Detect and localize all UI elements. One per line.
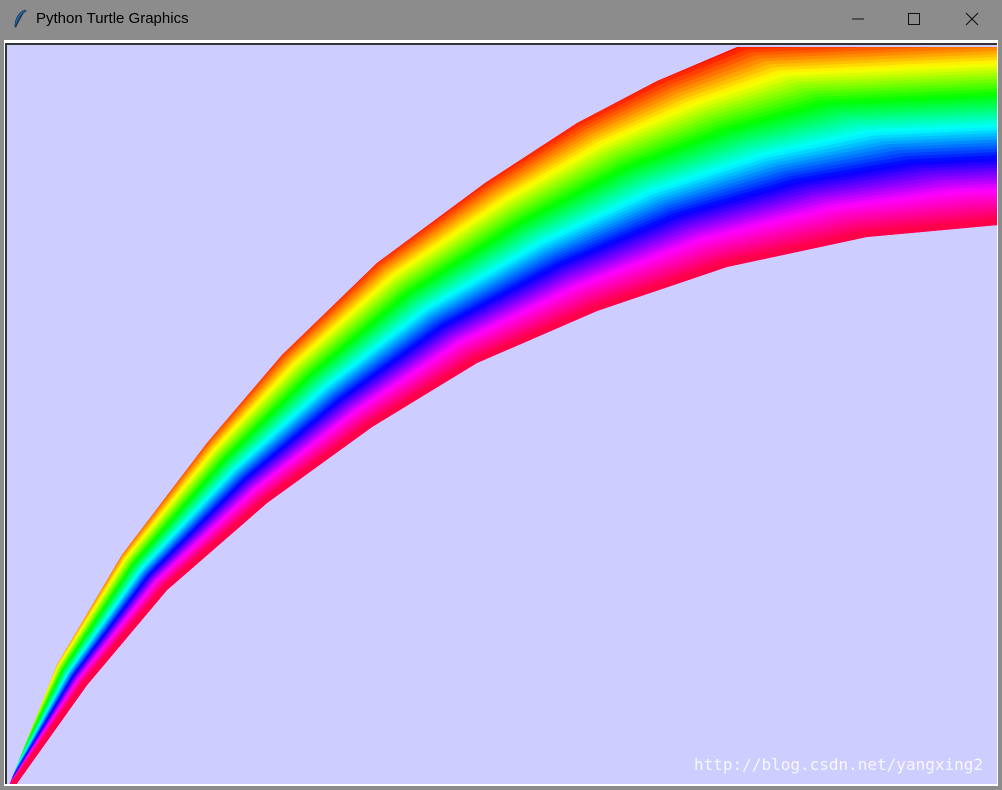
close-icon	[965, 12, 979, 26]
rainbow-drawing	[9, 47, 997, 784]
watermark-text: http://blog.csdn.net/yangxing2	[694, 755, 983, 774]
minimize-icon	[852, 18, 864, 20]
turtle-window: Python Turtle Graphics http://blog.csdn.…	[0, 0, 1002, 790]
maximize-button[interactable]	[886, 0, 942, 38]
window-title: Python Turtle Graphics	[36, 10, 189, 27]
maximize-icon	[908, 13, 920, 25]
close-button[interactable]	[944, 0, 1000, 38]
feather-icon	[12, 9, 28, 29]
turtle-canvas[interactable]: http://blog.csdn.net/yangxing2	[5, 43, 997, 784]
minimize-button[interactable]	[830, 0, 886, 38]
title-bar[interactable]: Python Turtle Graphics	[0, 0, 1002, 38]
